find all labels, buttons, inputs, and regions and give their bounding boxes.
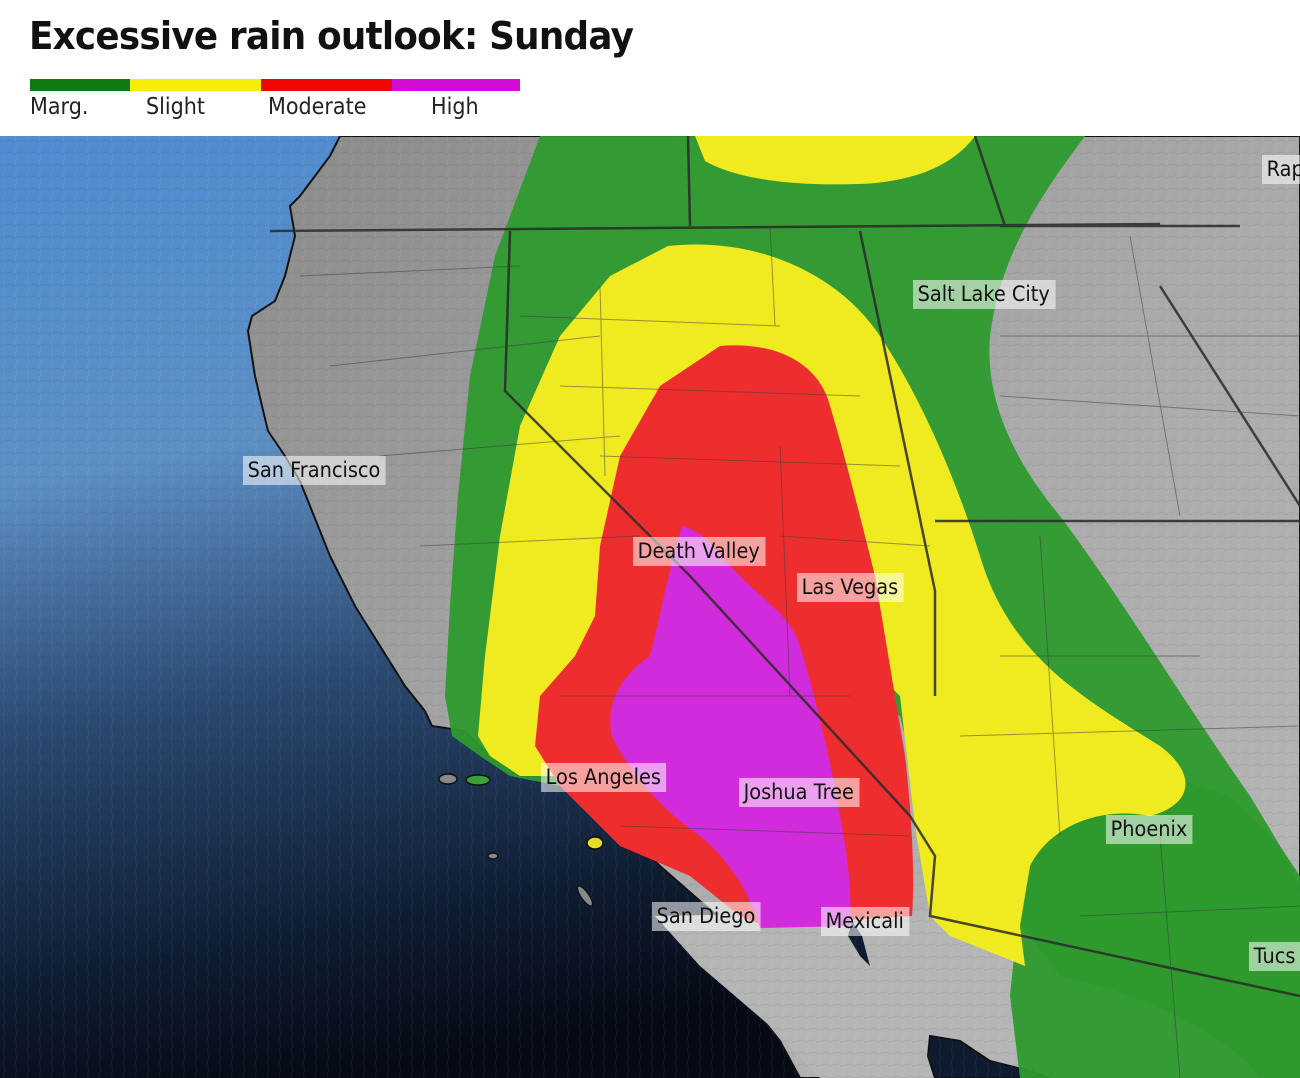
legend-swatch-slight: [130, 79, 261, 91]
map-canvas: [0, 136, 1300, 1078]
city-label-san-francisco: San Francisco: [243, 456, 386, 485]
city-label-death-valley: Death Valley: [633, 537, 766, 566]
map-title: Excessive rain outlook: Sunday: [29, 14, 634, 58]
legend-swatch-marginal: [30, 79, 130, 91]
legend-label-marginal: Marg.: [30, 94, 89, 120]
city-label-los-angeles: Los Angeles: [541, 763, 667, 792]
legend-swatch-high: [392, 79, 520, 91]
map: Rap Salt Lake City San Francisco Death V…: [0, 136, 1300, 1078]
legend-color-bar: [30, 79, 520, 91]
city-label-mexicali: Mexicali: [821, 907, 910, 936]
city-label-san-diego: San Diego: [652, 902, 761, 931]
city-label-joshua-tree: Joshua Tree: [739, 778, 860, 807]
city-label-las-vegas: Las Vegas: [797, 573, 904, 602]
legend-label-high: High: [431, 94, 479, 120]
legend-label-moderate: Moderate: [268, 94, 367, 120]
header: Excessive rain outlook: Sunday Marg. Sli…: [0, 0, 1300, 136]
legend-swatch-moderate: [261, 79, 392, 91]
legend-label-slight: Slight: [146, 94, 206, 120]
city-label-phoenix: Phoenix: [1106, 815, 1193, 844]
city-label-tucson: Tucs: [1249, 942, 1300, 971]
city-label-salt-lake-city: Salt Lake City: [913, 280, 1056, 309]
city-label-rapid-city: Rap: [1262, 155, 1300, 184]
